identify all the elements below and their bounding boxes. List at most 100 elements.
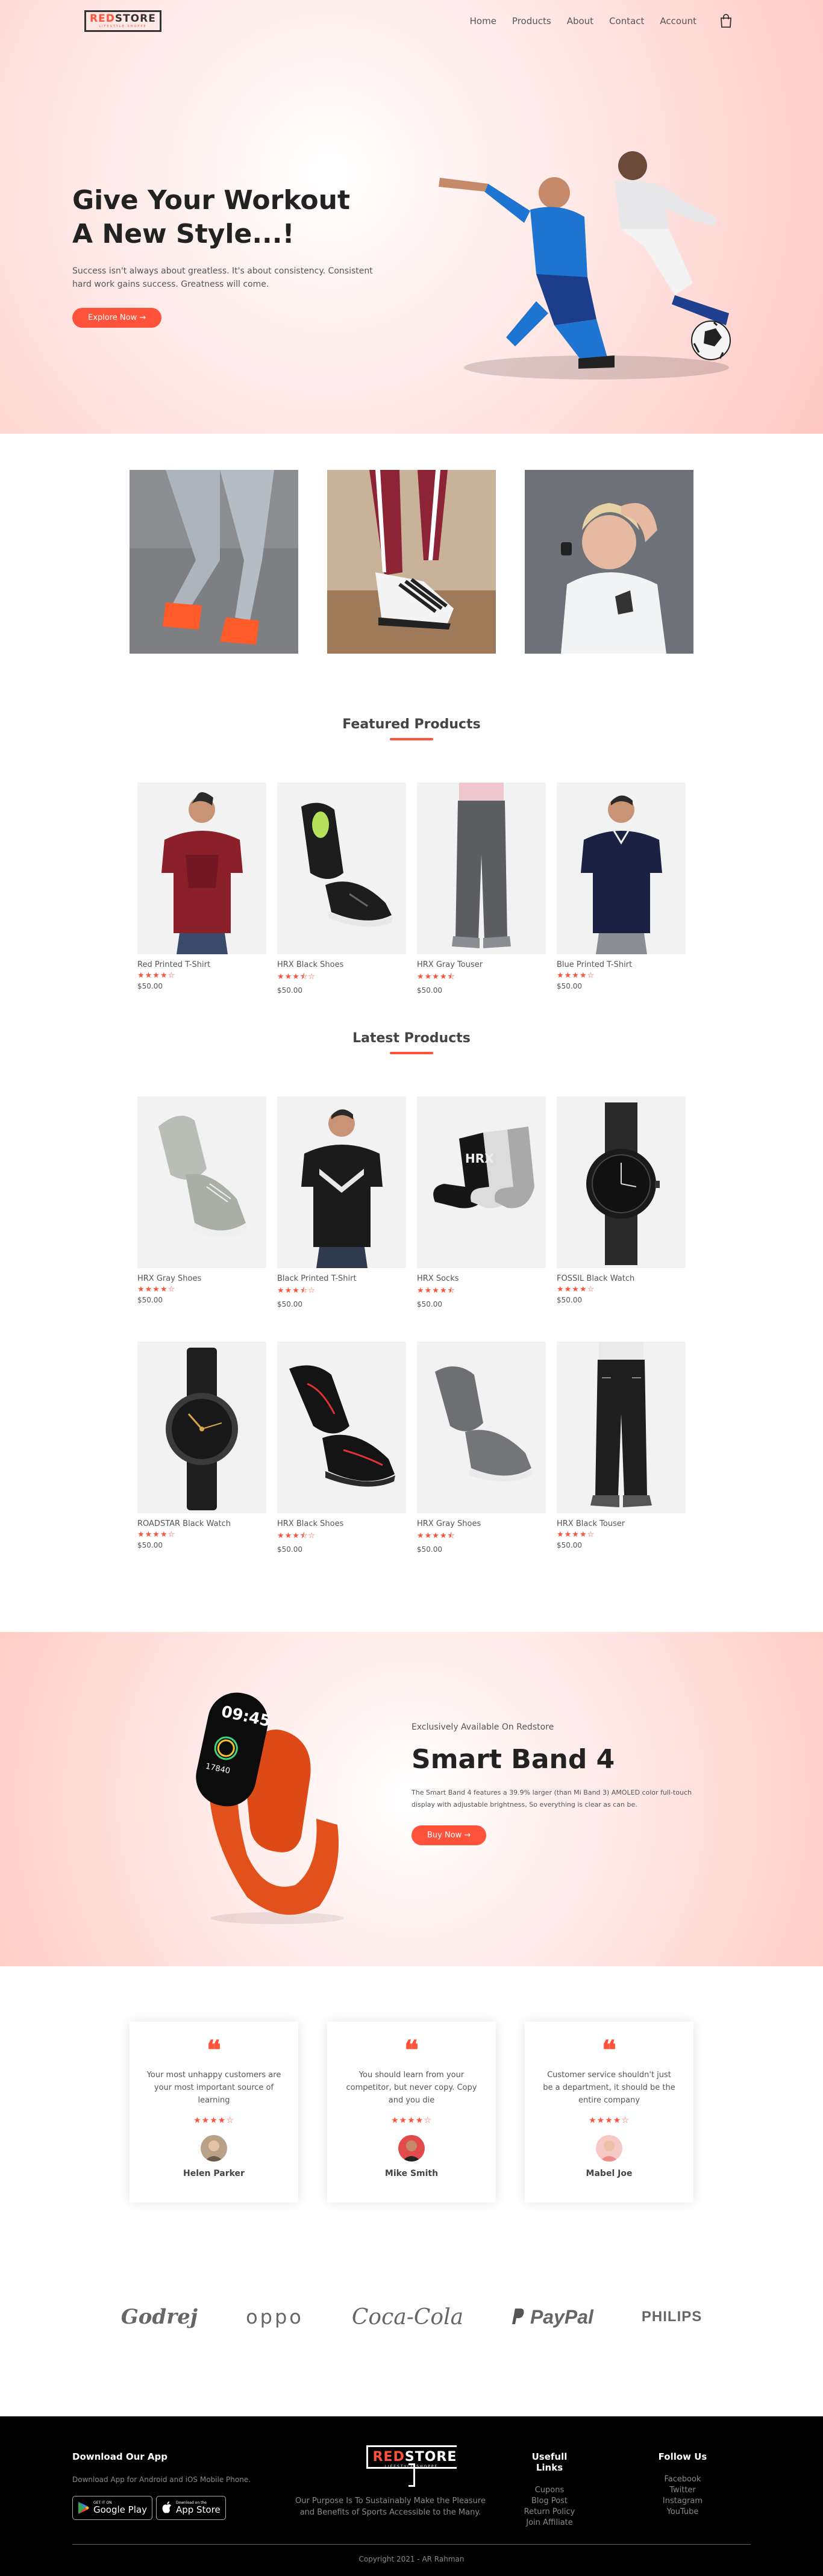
footer-logo[interactable]: REDSTORE LIFESTYLE SHOPPE (330, 2445, 493, 2487)
product-card[interactable]: Blue Printed T-Shirt ★★★★☆ $50.00 (557, 783, 686, 995)
product-name[interactable]: HRX Black Shoes (277, 960, 406, 969)
latest-products-heading: Latest Products (0, 1031, 823, 1054)
product-image-roadstar-watch[interactable] (137, 1342, 266, 1513)
rating-stars: ★★★⯪☆ (277, 972, 316, 981)
product-card[interactable]: Red Printed T-Shirt ★★★★☆ $50.00 (137, 783, 266, 995)
product-image-socks[interactable]: HRX (417, 1096, 546, 1268)
hero-section: REDSTORE LIFESTYLE SHOPPE Home Products … (0, 0, 823, 434)
footer-link-youtube[interactable]: YouTube (652, 2507, 713, 2518)
product-card[interactable]: HRX Black Shoes ★★★⯪☆ $50.00 (277, 783, 406, 995)
avatar (596, 2135, 622, 2162)
footer-link-twitter[interactable]: Twitter (652, 2485, 713, 2496)
footer-download-title: Download Our App (72, 2451, 167, 2462)
product-name[interactable]: HRX Gray Shoes (137, 1274, 266, 1283)
buy-now-button[interactable]: Buy Now → (411, 1825, 487, 1845)
footer-follow-title: Follow Us (658, 2451, 707, 2462)
testimonial-card: ❝ Customer service shouldn't just be a d… (525, 2022, 693, 2202)
explore-now-button[interactable]: Explore Now → (72, 308, 162, 328)
product-name[interactable]: Black Printed T-Shirt (277, 1274, 406, 1283)
nav-home[interactable]: Home (470, 16, 496, 27)
footer-link-instagram[interactable]: Instagram (652, 2496, 713, 2507)
logo-tagline: LIFESTYLE SHOPPE (99, 25, 147, 28)
product-image-red-tshirt[interactable] (137, 783, 266, 954)
product-image-black-shoes-red[interactable] (277, 1342, 406, 1513)
category-image-sneakers-red[interactable] (130, 470, 298, 654)
product-card[interactable]: HRX Gray Touser ★★★★⯪ $50.00 (417, 783, 546, 995)
product-card[interactable]: HRX Gray Shoes ★★★★⯪ $50.00 (417, 1342, 546, 1554)
nav-contact[interactable]: Contact (609, 16, 644, 27)
product-image-black-shoes[interactable] (277, 783, 406, 954)
product-image-gray-shoes-2[interactable] (417, 1342, 546, 1513)
footer-link-facebook[interactable]: Facebook (652, 2474, 713, 2485)
featured-products-title: Featured Products (342, 717, 481, 732)
footer-link-cupons[interactable]: Cupons (519, 2485, 580, 2496)
testimonial-name: Mabel Joe (586, 2169, 633, 2178)
nav-menu: Home Products About Contact Account (470, 14, 733, 28)
product-image-blue-tshirt[interactable] (557, 783, 686, 954)
featured-products-grid: Red Printed T-Shirt ★★★★☆ $50.00 HRX Bla… (137, 783, 686, 995)
footer-links-column: Usefull Links Cupons Blog Post Return Po… (519, 2451, 580, 2528)
product-image-gray-shoes[interactable] (137, 1096, 266, 1268)
paypal-text: PayPal (530, 2306, 593, 2328)
product-card[interactable]: FOSSIL Black Watch ★★★★☆ $50.00 (557, 1096, 686, 1308)
hero-football-players-image (439, 151, 731, 380)
product-card[interactable]: HRX Black Touser ★★★★☆ $50.00 (557, 1342, 686, 1554)
hero-title-line1: Give Your Workout (72, 185, 350, 216)
product-name[interactable]: HRX Black Shoes (277, 1519, 406, 1528)
footer-link-join-affiliate[interactable]: Join Affiliate (519, 2518, 580, 2528)
offer-content: Exclusively Available On Redstore Smart … (411, 1722, 695, 1845)
product-price: $50.00 (137, 1541, 163, 1549)
product-price: $50.00 (277, 986, 302, 995)
product-name[interactable]: ROADSTAR Black Watch (137, 1519, 266, 1528)
product-name[interactable]: Red Printed T-Shirt (137, 960, 266, 969)
hero-text: Success isn't always about greatless. It… (72, 266, 373, 289)
product-card[interactable]: ROADSTAR Black Watch ★★★★☆ $50.00 (137, 1342, 266, 1554)
product-image-gray-trouser[interactable] (417, 783, 546, 954)
testimonial-name: Helen Parker (183, 2169, 245, 2178)
testimonial-text: Your most unhappy customers are your mos… (146, 2071, 281, 2105)
product-name[interactable]: HRX Gray Touser (417, 960, 546, 969)
nav-account[interactable]: Account (660, 16, 696, 27)
google-play-big: Google Play (93, 2504, 147, 2515)
product-image-fossil-watch[interactable] (557, 1096, 686, 1268)
footer-link-blog-post[interactable]: Blog Post (519, 2496, 580, 2507)
nav-about[interactable]: About (567, 16, 593, 27)
product-image-black-tshirt[interactable] (277, 1096, 406, 1268)
product-price: $50.00 (277, 1300, 302, 1308)
smart-band-image: 09:45 17840 (196, 1692, 343, 1924)
product-price: $50.00 (417, 986, 442, 995)
logo[interactable]: REDSTORE LIFESTYLE SHOPPE (84, 10, 161, 32)
google-play-button[interactable]: GET IT ON Google Play (72, 2496, 152, 2520)
rating-stars: ★★★★☆ (193, 2116, 234, 2125)
product-card[interactable]: HRX Gray Shoes ★★★★☆ $50.00 (137, 1096, 266, 1308)
brand-logo-coca-cola: Coca-Cola (351, 2304, 464, 2330)
product-card[interactable]: HRX Black Shoes ★★★⯪☆ $50.00 (277, 1342, 406, 1554)
quote-icon: ❝ (207, 2035, 221, 2066)
logo-red-text: RED (372, 2449, 405, 2465)
product-name[interactable]: HRX Socks (417, 1274, 546, 1283)
product-card[interactable]: Black Printed T-Shirt ★★★⯪☆ $50.00 (277, 1096, 406, 1308)
product-card[interactable]: HRX HRX Socks ★★★★⯪ $50.00 (417, 1096, 546, 1308)
product-image-black-trouser[interactable] (557, 1342, 686, 1513)
product-name[interactable]: HRX Black Touser (557, 1519, 686, 1528)
brand-logo-godrej: Godrej (120, 2305, 198, 2329)
testimonial-text: You should learn from your competitor, b… (346, 2071, 477, 2105)
footer-copyright: Copyright 2021 - AR Rahman (358, 2555, 465, 2563)
brands-section: Godrej oppo Coca-Cola PayPal PHILIPS (0, 2296, 823, 2338)
product-price: $50.00 (557, 1541, 582, 1549)
testimonial-text: Customer service shouldn't just be a dep… (543, 2071, 675, 2105)
product-price: $50.00 (137, 1296, 163, 1304)
category-image-woman-hoodie[interactable] (525, 470, 693, 654)
logo-dark-text: STORE (404, 2449, 457, 2465)
apple-icon (162, 2501, 171, 2513)
product-name[interactable]: FOSSIL Black Watch (557, 1274, 686, 1283)
cart-icon[interactable] (719, 14, 733, 28)
app-store-button[interactable]: Download on the App Store (155, 2496, 226, 2520)
product-name[interactable]: Blue Printed T-Shirt (557, 960, 686, 969)
product-name[interactable]: HRX Gray Shoes (417, 1519, 546, 1528)
nav-products[interactable]: Products (512, 16, 551, 27)
footer-link-return-policy[interactable]: Return Policy (519, 2507, 580, 2518)
offer-description: The Smart Band 4 features a 39.9% larger… (411, 1789, 692, 1809)
category-image-adidas-shoes[interactable] (327, 470, 496, 654)
quote-icon: ❝ (602, 2035, 616, 2066)
